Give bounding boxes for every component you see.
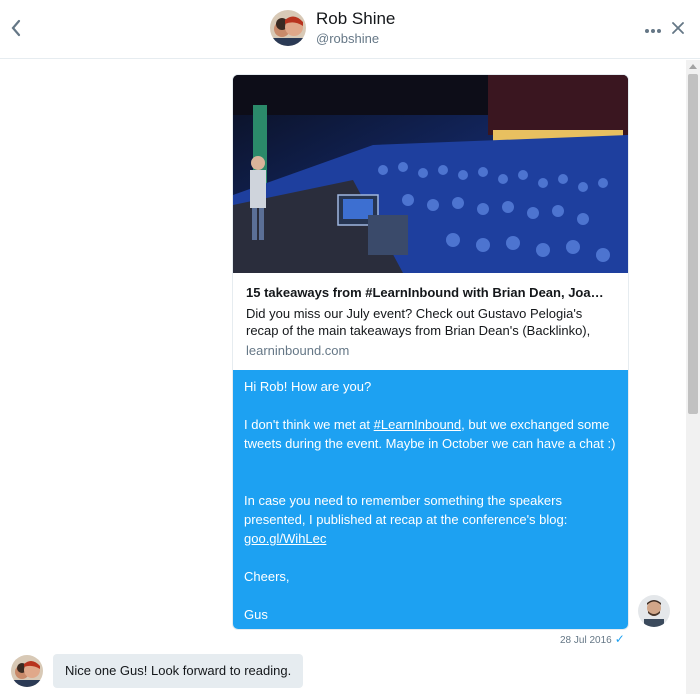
- chevron-left-icon[interactable]: [6, 14, 26, 42]
- more-dots-icon[interactable]: [644, 14, 662, 42]
- conversation-header: Rob Shine @robshine: [0, 0, 700, 59]
- message-bubble: Hi Rob! How are you? I don't think we me…: [233, 370, 628, 629]
- message-text: In case you need to remember something t…: [244, 493, 568, 527]
- message-paragraph-1: I don't think we met at #LearnInbound, b…: [244, 415, 619, 453]
- close-icon[interactable]: [672, 14, 684, 42]
- message-text: I don't think we met at: [244, 417, 374, 432]
- avatar[interactable]: [270, 10, 306, 46]
- received-message-bubble: Nice one Gus! Look forward to reading.: [53, 654, 304, 688]
- hashtag-link[interactable]: #LearnInbound: [374, 417, 461, 432]
- contact-name: Rob Shine: [316, 9, 396, 28]
- scrollbar[interactable]: [686, 60, 700, 694]
- contact-handle: @robshine: [316, 31, 380, 46]
- message-meta: 28 Jul 2016 ✓: [560, 632, 625, 646]
- link-preview-title: 15 takeaways from #LearnInbound with Bri…: [246, 285, 604, 300]
- avatar[interactable]: [638, 595, 670, 627]
- link-preview-domain: learninbound.com: [246, 343, 350, 358]
- message-greeting: Hi Rob! How are you?: [244, 379, 372, 394]
- message-paragraph-2: In case you need to remember something t…: [244, 491, 619, 548]
- link-preview-description: Did you miss our July event? Check out G…: [246, 306, 591, 338]
- checkmark-icon: ✓: [614, 632, 625, 646]
- scrollbar-thumb[interactable]: [688, 74, 698, 414]
- link-preview[interactable]: 15 takeaways from #LearnInbound with Bri…: [233, 273, 628, 371]
- avatar[interactable]: [11, 655, 43, 687]
- timestamp: 28 Jul 2016: [560, 635, 612, 646]
- link-preview-image[interactable]: [233, 75, 628, 273]
- message-signature: Gus: [244, 607, 268, 622]
- message-signoff: Cheers,: [244, 569, 290, 584]
- sent-message-card: 15 takeaways from #LearnInbound with Bri…: [232, 74, 629, 630]
- short-link[interactable]: goo.gl/WihLec: [244, 531, 326, 546]
- scroll-up-arrow-icon[interactable]: [689, 64, 697, 69]
